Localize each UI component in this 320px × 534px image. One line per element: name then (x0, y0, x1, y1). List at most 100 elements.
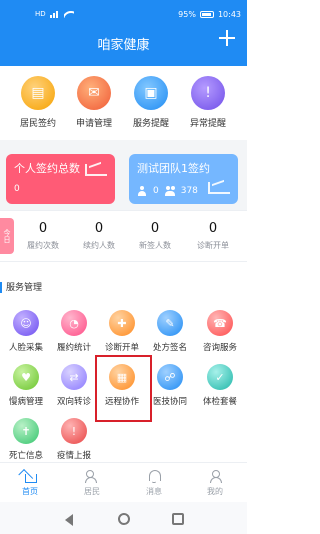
sim-indicator: HD (35, 10, 46, 18)
chart-icon (208, 180, 230, 194)
stat-label: 新签人数 (139, 241, 171, 250)
today-stats: 今日 0 履约次数 0 续约人数 0 新签人数 0 诊断开单 (0, 210, 247, 262)
home-icon (23, 469, 37, 483)
tab-home[interactable]: 首页 (10, 469, 50, 497)
personal-signing-card[interactable]: 个人签约总数 0 (6, 154, 115, 204)
handshake-icon: ☍ (157, 364, 183, 390)
service-face-collection[interactable]: ☺ 人脸采集 (2, 310, 50, 358)
quick-resident-signing[interactable]: ▤ 居民签约 (10, 76, 66, 136)
cross-icon: ✝ (13, 418, 39, 444)
home-circle-icon[interactable] (118, 513, 130, 525)
stat-value: 0 (208, 221, 218, 236)
service-medical-tech-coordination[interactable]: ☍ 医技协同 (146, 364, 194, 412)
card-value: 0 (14, 184, 20, 194)
clock: 10:43 (217, 10, 241, 19)
battery-percent: 95% (178, 10, 196, 19)
alert-icon: ! (61, 418, 87, 444)
wifi-icon (63, 10, 74, 18)
tab-label: 首页 (22, 487, 38, 496)
team-count-value: 378 (180, 186, 198, 196)
medical-icon: ♥ (13, 364, 39, 390)
quick-abnormal-reminder[interactable]: ! 异常提醒 (180, 76, 236, 136)
add-button[interactable] (217, 28, 237, 48)
service-label: 咨询服务 (202, 343, 237, 353)
quick-service-reminder[interactable]: ▣ 服务提醒 (123, 76, 179, 136)
people-icon (85, 469, 99, 483)
stat-label: 诊断开单 (197, 241, 229, 250)
battery-icon (199, 11, 214, 18)
pen-icon: ✎ (157, 310, 183, 336)
tab-residents[interactable]: 居民 (72, 469, 112, 497)
diagnosis-icon: ✚ (109, 310, 135, 336)
system-nav-bar (0, 502, 247, 534)
quick-application-management[interactable]: ✉ 申请管理 (66, 76, 122, 136)
face-icon: ☺ (13, 310, 39, 336)
bag-icon: ▣ (134, 76, 168, 110)
summary-cards: 个人签约总数 0 测试团队1签约 0 378 (0, 140, 247, 210)
transfer-icon: ⇄ (61, 364, 87, 390)
recent-apps-icon[interactable] (172, 513, 184, 525)
group-icon (164, 186, 175, 196)
service-checkup-package[interactable]: ✓ 体检套餐 (196, 364, 244, 412)
service-label: 履约统计 (56, 343, 91, 353)
quick-label: 居民签约 (19, 119, 56, 129)
section-title: 服务管理 (0, 280, 42, 296)
stat-label: 履约次数 (27, 241, 59, 250)
tab-label: 消息 (146, 487, 162, 496)
service-epidemic-report[interactable]: ! 疫情上报 (50, 418, 98, 466)
service-death-info[interactable]: ✝ 死亡信息 (2, 418, 50, 466)
tab-messages[interactable]: 消息 (134, 469, 174, 497)
highlight-box (95, 355, 152, 422)
service-label: 人脸采集 (8, 343, 43, 353)
service-consultation[interactable]: ☎ 咨询服务 (196, 310, 244, 358)
top-bar: HD 95% 10:43 咱家健康 (0, 0, 247, 66)
service-two-way-referral[interactable]: ⇄ 双向转诊 (50, 364, 98, 412)
quick-label: 申请管理 (75, 119, 112, 129)
service-label: 疫情上报 (56, 451, 91, 461)
service-label: 诊断开单 (104, 343, 139, 353)
service-label: 慢病管理 (8, 397, 43, 407)
stat-value: 0 (94, 221, 104, 236)
stat-diagnosis-orders[interactable]: 0 诊断开单 (186, 221, 240, 251)
quick-label: 服务提醒 (132, 119, 169, 129)
service-label: 医技协同 (152, 397, 187, 407)
back-icon[interactable] (65, 514, 73, 526)
document-icon: ▤ (21, 76, 55, 110)
service-label: 双向转诊 (56, 397, 91, 407)
quick-actions: ▤ 居民签约 ✉ 申请管理 ▣ 服务提醒 ! 异常提醒 (0, 66, 247, 140)
status-bar: HD 95% 10:43 (0, 0, 247, 32)
team-members-value: 0 (153, 186, 159, 196)
pie-chart-icon: ◔ (61, 310, 87, 336)
service-diagnosis-order[interactable]: ✚ 诊断开单 (98, 310, 146, 358)
chart-icon (85, 162, 107, 176)
stat-fulfillment-count[interactable]: 0 履约次数 (16, 221, 70, 251)
stat-value: 0 (38, 221, 48, 236)
service-chronic-disease[interactable]: ♥ 慢病管理 (2, 364, 50, 412)
stat-renewal-count[interactable]: 0 续约人数 (72, 221, 126, 251)
tab-label: 我的 (207, 487, 223, 496)
card-title: 测试团队1签约 (137, 162, 210, 175)
bell-icon (147, 469, 161, 483)
stat-label: 续约人数 (83, 241, 115, 250)
service-fulfillment-stats[interactable]: ◔ 履约统计 (50, 310, 98, 358)
today-tag: 今日 (0, 218, 14, 254)
stat-value: 0 (150, 221, 160, 236)
service-label: 处方签名 (152, 343, 187, 353)
mail-icon: ✉ (77, 76, 111, 110)
person-icon (137, 186, 147, 196)
tab-label: 居民 (84, 487, 100, 496)
signal-icon (49, 10, 60, 18)
warning-icon: ! (191, 76, 225, 110)
page-title: 咱家健康 (97, 38, 150, 53)
tab-me[interactable]: 我的 (195, 469, 235, 497)
service-label: 体检套餐 (202, 397, 237, 407)
bottom-tab-bar: 首页 居民 消息 我的 (0, 462, 247, 502)
quick-label: 异常提醒 (189, 119, 226, 129)
checkup-icon: ✓ (207, 364, 233, 390)
service-prescription-signature[interactable]: ✎ 处方签名 (146, 310, 194, 358)
consult-icon: ☎ (207, 310, 233, 336)
team-signing-card[interactable]: 测试团队1签约 0 378 (129, 154, 238, 204)
user-icon (208, 469, 222, 483)
service-label: 死亡信息 (8, 451, 43, 461)
stat-new-signing-count[interactable]: 0 新签人数 (128, 221, 182, 251)
